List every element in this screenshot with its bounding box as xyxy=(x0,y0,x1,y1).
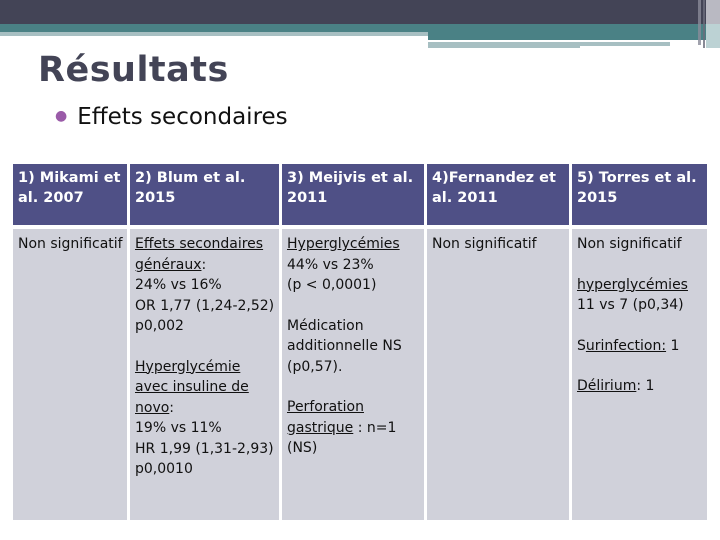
blum-colon-1: : xyxy=(201,256,207,273)
blum-line-1: 24% vs 16% xyxy=(135,277,222,293)
decor-vbar-3 xyxy=(706,0,720,24)
top-strip-right-b xyxy=(580,42,670,46)
bullet-item: ● Effets secondaires xyxy=(55,104,288,130)
meijvis-line-2: (p < 0,0001) xyxy=(287,277,377,293)
decor-vbar-1 xyxy=(698,0,701,45)
bullet-text: Effets secondaires xyxy=(77,104,288,130)
torres-line-1: Non significatif xyxy=(577,236,682,252)
table-header-row: 1) Mikami et al. 2007 2) Blum et al. 201… xyxy=(13,164,707,225)
torres-surinfection-count: 1 xyxy=(666,337,680,354)
fernandez-result: Non significatif xyxy=(432,236,537,252)
meijvis-perforation-count: : n=1 xyxy=(353,419,397,436)
torres-delirium-count: : 1 xyxy=(636,378,655,394)
results-table: 1) Mikami et al. 2007 2) Blum et al. 201… xyxy=(10,160,710,524)
meijvis-block-3: Perforation gastrique : n=1 xyxy=(287,397,420,438)
torres-label-hyperglycemies: hyperglycémies xyxy=(577,276,688,293)
header-blum: 2) Blum et al. 2015 xyxy=(130,164,279,225)
decor-vbar-4 xyxy=(706,24,720,48)
blum-line-3: 19% vs 11% xyxy=(135,420,222,436)
meijvis-label-hyperglycemies: Hyperglycémies xyxy=(287,236,400,252)
decor-vbar-2 xyxy=(703,0,705,48)
torres-block-4: Délirium: 1 xyxy=(577,376,703,397)
top-band-dark xyxy=(0,0,720,24)
header-mikami: 1) Mikami et al. 2007 xyxy=(13,164,127,225)
meijvis-line-1: 44% vs 23% xyxy=(287,256,374,273)
meijvis-line-5: (NS) xyxy=(287,440,318,456)
torres-surinfection-prefix: S xyxy=(577,337,586,354)
blum-label-general: Effets secondaires généraux xyxy=(135,236,264,273)
header-fernandez: 4)Fernandez et al. 2011 xyxy=(427,164,569,225)
torres-label-delirium: Délirium xyxy=(577,378,637,394)
top-strip-left xyxy=(0,32,428,36)
torres-label-surinfection: urinfection: xyxy=(585,337,667,354)
cell-meijvis: Hyperglycémies 44% vs 23% (p < 0,0001) M… xyxy=(282,229,424,520)
torres-block-3: Surinfection: 1 xyxy=(577,336,703,357)
cell-mikami: Non significatif xyxy=(13,229,127,520)
cell-fernandez: Non significatif xyxy=(427,229,569,520)
blum-block-2: Hyperglycémie avec insuline de novo: xyxy=(135,357,275,419)
torres-line-2: 11 vs 7 (p0,34) xyxy=(577,297,684,313)
blum-label-hyperglycemie: Hyperglycémie avec insuline de novo xyxy=(135,358,249,416)
table-row: Non significatif Effets secondaires géné… xyxy=(13,229,707,520)
meijvis-line-3: Médication additionnelle NS xyxy=(287,317,402,355)
bullet-dot-icon: ● xyxy=(55,107,68,124)
blum-block-1: Effets secondaires généraux: xyxy=(135,234,275,275)
mikami-result: Non significatif xyxy=(18,236,123,252)
top-strip-right-a xyxy=(428,42,580,48)
header-torres: 5) Torres et al. 2015 xyxy=(572,164,707,225)
blum-colon-2: : xyxy=(169,399,175,416)
meijvis-line-4: (p0,57). xyxy=(287,358,343,375)
cell-torres: Non significatif hyperglycémies 11 vs 7 … xyxy=(572,229,707,520)
blum-line-4: HR 1,99 (1,31-2,93) p0,0010 xyxy=(135,440,274,478)
header-meijvis: 3) Meijvis et al. 2011 xyxy=(282,164,424,225)
slide-title: Résultats xyxy=(38,50,229,90)
blum-line-2: OR 1,77 (1,24-2,52) p0,002 xyxy=(135,297,275,335)
cell-blum: Effets secondaires généraux: 24% vs 16% … xyxy=(130,229,279,520)
